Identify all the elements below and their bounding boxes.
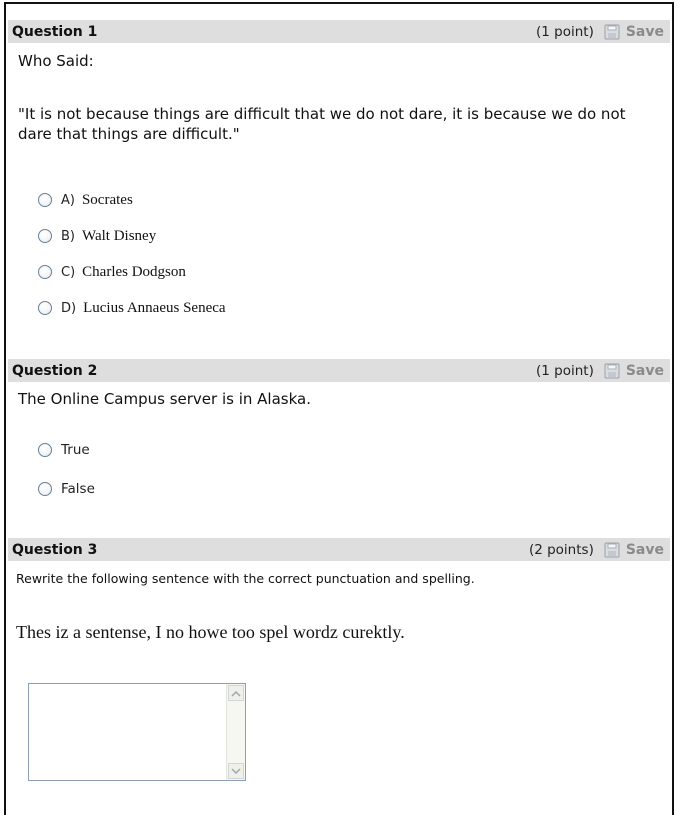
question-1-save-button[interactable]: Save: [604, 24, 664, 40]
question-3-save-label: Save: [625, 541, 664, 558]
question-2-save-button[interactable]: Save: [604, 363, 664, 379]
question-3-header: Question 3 (2 points) Save: [8, 538, 670, 561]
option-text: True: [61, 442, 90, 458]
option-text: Charles Dodgson: [82, 263, 186, 280]
answer-scrollbar[interactable]: [226, 684, 245, 780]
question-1-header: Question 1 (1 point) Save: [8, 20, 670, 43]
radio-button[interactable]: [38, 482, 52, 496]
option-text: False: [61, 481, 95, 497]
save-disk-icon: [604, 542, 620, 557]
radio-button[interactable]: [38, 193, 52, 207]
option-text: Lucius Annaeus Seneca: [83, 299, 226, 316]
question-1-save-label: Save: [625, 23, 664, 40]
question-1-option-c[interactable]: C) Charles Dodgson: [38, 261, 186, 283]
question-2-option-false[interactable]: False: [38, 478, 95, 500]
scroll-up-arrow-icon[interactable]: [228, 685, 244, 701]
answer-input[interactable]: [29, 684, 228, 780]
scroll-down-arrow-icon[interactable]: [228, 763, 244, 779]
option-letter: B): [61, 228, 75, 244]
question-1-prompt: Who Said:: [18, 52, 94, 70]
question-3-save-button[interactable]: Save: [604, 542, 664, 558]
question-2-title: Question 2: [12, 362, 98, 379]
question-2-option-true[interactable]: True: [38, 439, 90, 461]
radio-button[interactable]: [38, 301, 52, 315]
option-letter: D): [61, 300, 77, 316]
question-3-title: Question 3: [12, 541, 98, 558]
question-2-points: (1 point): [536, 362, 594, 379]
question-2-prompt: The Online Campus server is in Alaska.: [18, 390, 311, 408]
question-3-instruction: Rewrite the following sentence with the …: [16, 571, 475, 586]
radio-button[interactable]: [38, 229, 52, 243]
question-2-header: Question 2 (1 point) Save: [8, 359, 670, 382]
option-text: Socrates: [81, 191, 133, 208]
question-3-points: (2 points): [528, 541, 594, 558]
save-disk-icon: [604, 24, 620, 39]
question-1-title: Question 1: [12, 23, 98, 40]
question-3-sentence: Thes iz a sentense, I no howe too spel w…: [16, 622, 405, 642]
option-letter: A): [61, 192, 75, 208]
answer-textarea[interactable]: [28, 683, 246, 781]
question-1-points: (1 point): [536, 23, 594, 40]
question-1-option-b[interactable]: B) Walt Disney: [38, 225, 156, 247]
question-2-save-label: Save: [625, 362, 664, 379]
save-disk-icon: [604, 363, 620, 378]
question-1-quote: "It is not because things are difficult …: [18, 105, 626, 143]
option-text: Walt Disney: [82, 227, 157, 244]
question-1-option-d[interactable]: D) Lucius Annaeus Seneca: [38, 297, 226, 319]
question-1-option-a[interactable]: A) Socrates: [38, 189, 133, 211]
radio-button[interactable]: [38, 443, 52, 457]
radio-button[interactable]: [38, 265, 52, 279]
option-letter: C): [61, 264, 76, 280]
